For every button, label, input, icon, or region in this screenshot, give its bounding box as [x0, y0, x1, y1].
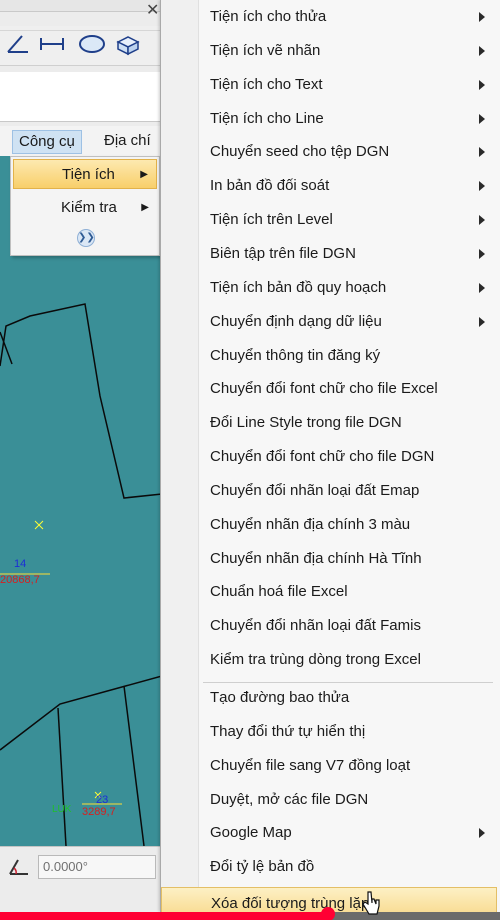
tien-ich-popup-menu: Tiện ích cho thửa Tiện ích vẽ nhãn Tiện íc… — [160, 0, 500, 920]
menu-item-label: Chuyển định dạng dữ liệu — [210, 313, 382, 330]
chevron-right-icon — [479, 114, 485, 124]
menu-item-label: Duyệt, mở các file DGN — [210, 791, 369, 808]
menu-item-label: Đổi Line Style trong file DGN — [210, 414, 402, 431]
menu-item[interactable]: Chuyển đổi nhãn loại đất Emap — [161, 475, 497, 509]
menu-item-label: Tiện ích vẽ nhãn — [210, 42, 321, 59]
menu-item[interactable]: Tiện ích bản đồ quy hoạch — [161, 272, 497, 306]
menu-item[interactable]: Đổi Line Style trong file DGN — [161, 407, 497, 441]
toolbar-divider — [0, 30, 160, 31]
chevron-right-icon — [479, 181, 485, 191]
menu-item[interactable]: Chuyển nhãn địa chính Hà Tĩnh — [161, 543, 497, 577]
close-icon[interactable]: ✕ — [146, 0, 159, 19]
chevron-right-icon: ▶ — [141, 202, 149, 213]
map-parcel-lines — [0, 303, 162, 846]
menu-item[interactable]: Chuyển đổi font chữ cho file DGN — [161, 441, 497, 475]
menu-item[interactable]: Chuyển nhãn địa chính 3 màu — [161, 509, 497, 543]
menu-item-label: Đổi tỷ lệ bản đồ — [210, 858, 315, 875]
menu-item[interactable]: Chuẩn hoá file Excel — [161, 576, 497, 610]
menu-item[interactable]: Tiện ích cho Line — [161, 103, 497, 137]
menu-item[interactable]: Đổi tỷ lệ bản đồ — [161, 851, 497, 885]
menubar: Công cụ Địa chí — [0, 126, 160, 156]
menu-separator — [203, 682, 493, 683]
menu-item-label: Chuyển đổi font chữ cho file DGN — [210, 448, 435, 465]
menu-item[interactable]: Chuyển file sang V7 đồng loạt — [161, 750, 497, 784]
menu-item-label: Tạo đường bao thửa — [210, 689, 350, 706]
submenu-item-label: Tiện ích — [62, 166, 115, 183]
menu-cong-cu[interactable]: Công cụ — [12, 130, 82, 154]
menu-item-label: Thay đổi thứ tự hiển thị — [210, 723, 366, 740]
menu-item-label: Chuẩn hoá file Excel — [210, 583, 348, 600]
chevron-right-icon — [479, 317, 485, 327]
parcel-number-label: 14 — [14, 558, 27, 570]
menu-item-label: Tiện ích bản đồ quy hoạch — [210, 279, 387, 296]
chevron-right-icon — [479, 147, 485, 157]
chevron-double-down-icon[interactable]: ❯❯ — [77, 229, 95, 247]
menu-item[interactable]: Kiểm tra trùng dòng trong Excel — [161, 644, 497, 678]
menu-item-label: Kiểm tra trùng dòng trong Excel — [210, 651, 421, 668]
chevron-right-icon — [479, 46, 485, 56]
menu-item-label: Biên tập trên file DGN — [210, 245, 356, 262]
angle-tool-icon[interactable] — [4, 32, 32, 56]
menu-item-label: Chuyển nhãn địa chính 3 màu — [210, 516, 411, 533]
video-progress-handle[interactable] — [320, 907, 335, 920]
view-header-area — [0, 72, 160, 122]
menu-item-label: Chuyển nhãn địa chính Hà Tĩnh — [210, 550, 422, 567]
menu-dia-chinh[interactable]: Địa chí — [98, 130, 157, 154]
dimension-tool-icon[interactable] — [38, 32, 66, 56]
menu-item-label: Xóa đối tượng trùng lặp — [211, 895, 370, 912]
chevron-right-icon — [479, 215, 485, 225]
parcel-area-label: 20868,7 — [0, 574, 40, 586]
submenu-item-label: Kiểm tra — [61, 199, 117, 216]
angle-input[interactable]: 0.0000° — [38, 855, 156, 879]
parcel-landtype-label: LUK — [52, 804, 72, 815]
menu-item-label: Google Map — [210, 824, 292, 841]
chevron-right-icon — [479, 80, 485, 90]
parcel-number-label: 23 — [96, 794, 109, 806]
menu-item-label: Chuyển file sang V7 đồng loạt — [210, 757, 411, 774]
submenu-item-tien-ich[interactable]: Tiện ích ▶ — [13, 159, 157, 189]
menu-item-label: Tiện ích cho Text — [210, 76, 323, 93]
toolbar-top-strip — [0, 0, 160, 12]
angle-icon — [9, 859, 28, 875]
menu-item[interactable]: Duyệt, mở các file DGN — [161, 784, 497, 818]
menu-item-label: Tiện ích cho Line — [210, 110, 324, 127]
mouse-cursor-icon — [362, 891, 380, 915]
menu-item-label: In bản đồ đối soát — [210, 177, 330, 194]
menu-item[interactable]: Chuyển đổi nhãn loại đất Famis — [161, 610, 497, 644]
menu-item-label: Chuyển đổi nhãn loại đất Famis — [210, 617, 421, 634]
parcel-area-label: 3289,7 — [82, 806, 116, 818]
status-bar: 0.0000° — [0, 846, 162, 886]
chevron-right-icon — [479, 12, 485, 22]
chevron-right-icon — [479, 249, 485, 259]
video-progress-fill — [0, 912, 328, 920]
map-canvas[interactable]: 14 20868,7 23 LUK 3289,7 — [0, 156, 162, 846]
cong-cu-submenu: Tiện ích ▶ Kiểm tra ▶ ❯❯ — [10, 156, 160, 256]
menu-item-label: Tiện ích trên Level — [210, 211, 333, 228]
menu-item[interactable]: Chuyển đổi font chữ cho file Excel — [161, 373, 497, 407]
drawing-toolbar — [0, 26, 160, 66]
menu-item[interactable]: Tạo đường bao thửa — [161, 682, 497, 716]
submenu-item-kiem-tra[interactable]: Kiểm tra ▶ — [13, 193, 157, 223]
menu-item[interactable]: Chuyển seed cho tệp DGN — [161, 136, 497, 170]
chevron-right-icon — [479, 828, 485, 838]
menu-item[interactable]: Tiện ích cho thửa — [161, 1, 497, 35]
3d-box-tool-icon[interactable] — [114, 32, 142, 56]
menu-item[interactable]: Chuyển thông tin đăng ký — [161, 340, 497, 374]
chevron-right-icon: ▶ — [140, 169, 148, 180]
menu-item-label: Chuyển đổi nhãn loại đất Emap — [210, 482, 420, 499]
menu-item[interactable]: Tiện ích trên Level — [161, 204, 497, 238]
menu-item[interactable]: Tiện ích vẽ nhãn — [161, 35, 497, 69]
menu-item[interactable]: Tiện ích cho Text — [161, 69, 497, 103]
menu-item-label: Chuyển thông tin đăng ký — [210, 347, 381, 364]
menu-item[interactable]: In bản đồ đối soát — [161, 170, 497, 204]
menu-item[interactable]: Chuyển định dạng dữ liệu — [161, 306, 497, 340]
menu-item[interactable]: Google Map — [161, 817, 497, 851]
menu-item-label: Chuyển seed cho tệp DGN — [210, 143, 390, 160]
menu-item-label: Chuyển đổi font chữ cho file Excel — [210, 380, 438, 397]
menu-item[interactable]: Biên tập trên file DGN — [161, 238, 497, 272]
menu-item-label: Tiện ích cho thửa — [210, 8, 327, 25]
ellipse-tool-icon[interactable] — [78, 32, 106, 56]
menu-item[interactable]: Thay đổi thứ tự hiển thị — [161, 716, 497, 750]
chevron-right-icon — [479, 283, 485, 293]
